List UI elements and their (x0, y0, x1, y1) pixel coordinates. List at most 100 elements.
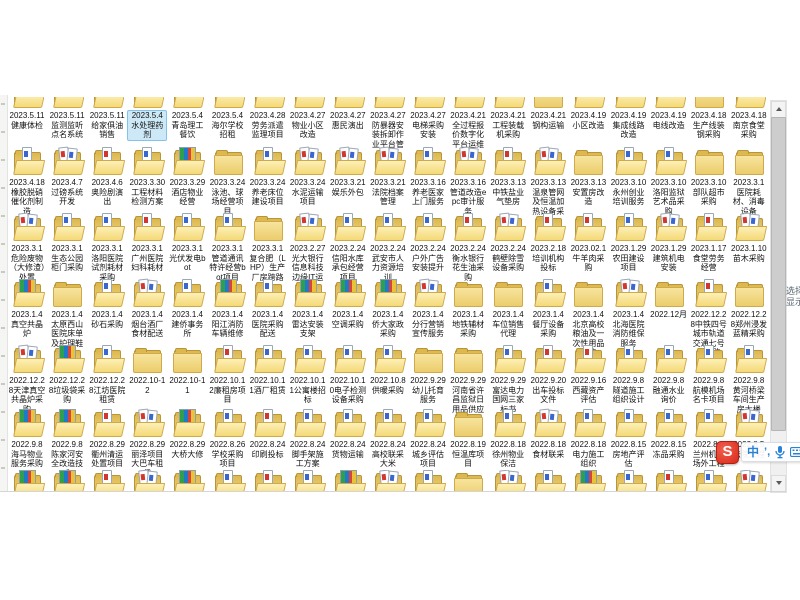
folder-item-clipped[interactable] (689, 470, 729, 491)
folder-item[interactable]: 2023.5.4青岛理工餐饮 (167, 97, 207, 141)
folder-item[interactable]: 2023.1.4餐厅设备采购 (528, 279, 568, 340)
folder-item-clipped[interactable] (729, 470, 769, 491)
folder-item-clipped[interactable] (609, 470, 649, 491)
folder-item-clipped[interactable] (208, 470, 248, 491)
ime-toolbar[interactable]: S 中 ’, (716, 441, 800, 463)
folder-item[interactable]: 2023.3.16管道改造epc审计服务 (448, 147, 488, 217)
folder-item[interactable]: 2023.1.29建筑机电安装 (649, 213, 689, 274)
folder-item[interactable]: 2023.4.28劳务派遣监理项目 (248, 97, 288, 141)
vertical-scrollbar[interactable] (770, 100, 787, 493)
folder-item[interactable]: 2023.02.1牛羊肉采购 (568, 213, 608, 274)
folder-item[interactable]: 2022.10.10电子检测设备采购 (328, 345, 368, 406)
folder-item-selected[interactable]: 2023.5.4水处理药剂 (127, 97, 167, 141)
folder-item[interactable]: 2022.12.28天津真空共晶炉采购 (7, 345, 47, 415)
folder-item[interactable]: 2023.3.10永州创业培训服务 (609, 147, 649, 208)
punctuation-button[interactable]: ’, (764, 445, 770, 459)
folder-item[interactable]: 2023.3.30工程材料检测方案 (127, 147, 167, 208)
folder-item[interactable]: 2022.9.8海马物业服务采购 (7, 409, 47, 470)
folder-item[interactable]: 2023.1.4车位销售代理 (488, 279, 528, 340)
folder-item[interactable]: 2023.2.18培训机构投标 (528, 213, 568, 274)
folder-item[interactable]: 2022.8.24脚手架施工方案 (288, 409, 328, 470)
folder-item[interactable]: 2022.9.16西藏资产评估 (568, 345, 608, 406)
folder-item[interactable]: 2022.8.18食材联采 (528, 409, 568, 460)
folder-item[interactable]: 2023.1.17食堂劳务经营 (689, 213, 729, 274)
folder-item[interactable]: 2022.9.8融通水业询价 (649, 345, 689, 406)
folder-item[interactable]: 2022.8.24城乡评估项目 (408, 409, 448, 470)
folder-item[interactable]: 2023.4.7过磅系统开发 (47, 147, 87, 208)
folder-item[interactable]: 2023.3.1复合肥（LHP）生产厂房跨路 (248, 213, 288, 283)
folder-item-clipped[interactable] (47, 470, 87, 491)
folder-item[interactable]: 2022.9.8隧道施工组织设计 (609, 345, 649, 406)
folder-item[interactable]: 2023.4.18南京食堂采购 (729, 97, 769, 141)
folder-item[interactable]: 2023.1.4建侨事务所 (167, 279, 207, 340)
folder-item-clipped[interactable] (408, 470, 448, 491)
folder-item[interactable]: 2023.3.1危险废物（大修渣）处置 (7, 213, 47, 283)
folder-item[interactable]: 2023.1.29农田建设项目 (609, 213, 649, 274)
folder-item[interactable]: 2023.3.29酒店物业经营 (167, 147, 207, 208)
folder-item-clipped[interactable] (328, 470, 368, 491)
folder-item[interactable]: 2023.1.4阳江消防车辆维修 (208, 279, 248, 340)
folder-item[interactable]: 2023.1.4北海医院消防维保服务 (609, 279, 649, 349)
folder-item-clipped[interactable] (288, 470, 328, 491)
folder-item[interactable]: 2022.10.8供暖采购 (368, 345, 408, 396)
folder-item[interactable]: 2023.1.4烟台酒厂食材配送 (127, 279, 167, 340)
folder-item[interactable]: 2023.4.27电梯采购安装 (408, 97, 448, 141)
folder-item[interactable]: 2023.1.4侨大家政采购 (368, 279, 408, 340)
folder-item[interactable]: 2023.4.27惠民演出 (328, 97, 368, 131)
folder-item[interactable]: 2023.3.21娱乐外包 (328, 147, 368, 198)
folder-item[interactable]: 2023.1.4雷达安装支架 (288, 279, 328, 340)
folder-item-clipped[interactable] (368, 470, 408, 491)
folder-item-clipped[interactable] (127, 470, 167, 491)
folder-item[interactable]: 2023.4.21全过程报价数字化平台运维 (448, 97, 488, 150)
folder-item-clipped[interactable] (528, 470, 568, 491)
chinese-mode-button[interactable]: 中 (747, 444, 759, 460)
folder-item[interactable]: 2023.1.4分行营销宣传服务 (408, 279, 448, 340)
folder-item[interactable]: 2023.1.4真空共晶炉 (7, 279, 47, 340)
folder-item[interactable]: 2022.8.15冻品采购 (649, 409, 689, 460)
folder-item[interactable]: 2022.8.18徐州物业保洁 (488, 409, 528, 470)
folder-item[interactable]: 2023.4.6奥险剧演出 (87, 147, 127, 208)
folder-item[interactable]: 2022.12.28江坊医院租赁 (87, 345, 127, 406)
folder-item[interactable]: 2022.8.19恒温库项目 (448, 409, 488, 470)
folder-item[interactable]: 2023.3.21法院档案管理 (368, 147, 408, 208)
folder-item[interactable]: 2023.1.4地铁辅材采购 (448, 279, 488, 340)
microphone-icon[interactable] (775, 446, 785, 459)
folder-item[interactable]: 2023.4.18生产线装钢采购 (689, 97, 729, 141)
folder-item[interactable]: 2022.12月 (649, 279, 689, 321)
folder-item[interactable]: 2023.3.13中铁盐业气垫房 (488, 147, 528, 208)
folder-item-clipped[interactable] (568, 470, 608, 491)
folder-item-clipped[interactable] (488, 470, 528, 491)
folder-item-clipped[interactable] (7, 470, 47, 491)
folder-item-clipped[interactable] (448, 470, 488, 491)
folder-item[interactable]: 2023.3.1医院耗材、消毒设备 (729, 147, 769, 217)
folder-item[interactable]: 2022.8.15房地产评估 (609, 409, 649, 470)
folder-item[interactable]: 2023.3.10部队超市采购 (689, 147, 729, 208)
folder-item[interactable]: 2023.4.18橡胶脱硝催化剂制造 (7, 147, 47, 217)
folder-item[interactable]: 2022.12.28垃圾袋采购 (47, 345, 87, 406)
folder-item-clipped[interactable] (87, 470, 127, 491)
folder-item[interactable]: 2022.8.24印刷投标 (248, 409, 288, 460)
scroll-up-button[interactable] (771, 101, 786, 118)
folder-item[interactable]: 2022.8.24货物运输 (328, 409, 368, 460)
folder-item[interactable]: 2023.5.11健康体检 (7, 97, 47, 131)
folder-item-clipped[interactable] (167, 470, 207, 491)
folder-item[interactable]: 2022.8.29大桥大修 (167, 409, 207, 460)
folder-item[interactable]: 2023.3.13安置房改造 (568, 147, 608, 208)
folder-item[interactable]: 2022.10-11 (167, 345, 207, 396)
folder-item[interactable]: 2023.2.24衡水银行花生油采购 (448, 213, 488, 283)
folder-item[interactable]: 2023.3.10洛阳监狱艺术品采购 (649, 147, 689, 217)
folder-item-clipped[interactable] (248, 470, 288, 491)
folder-item[interactable]: 2023.3.24水泥运输项目 (288, 147, 328, 208)
folder-item[interactable]: 2022.12.28郑州浸发蓝精采购 (729, 279, 769, 340)
folder-item[interactable]: 2023.4.21钢构运输 (528, 97, 568, 131)
folder-item[interactable]: 2023.4.19电线改造 (649, 97, 689, 131)
folder-item[interactable]: 2023.1.10苗木采购 (729, 213, 769, 264)
folder-item[interactable]: 2023.1.4空调采购 (328, 279, 368, 330)
folder-item[interactable]: 2023.3.1洛阳医院试剂耗材采购 (87, 213, 127, 283)
folder-item[interactable]: 2022.8.24高校联采大米 (368, 409, 408, 470)
folder-item[interactable]: 2023.5.11监测监听点名系统 (47, 97, 87, 141)
folder-item[interactable]: 2022.9.8黄河桥梁车间生产房大楼 (729, 345, 769, 415)
folder-item[interactable]: 2022.9.8陈家河安全改造技术 (47, 409, 87, 479)
scroll-down-button[interactable] (771, 475, 786, 492)
folder-item[interactable]: 2023.3.1广州医院妇科耗材 (127, 213, 167, 274)
